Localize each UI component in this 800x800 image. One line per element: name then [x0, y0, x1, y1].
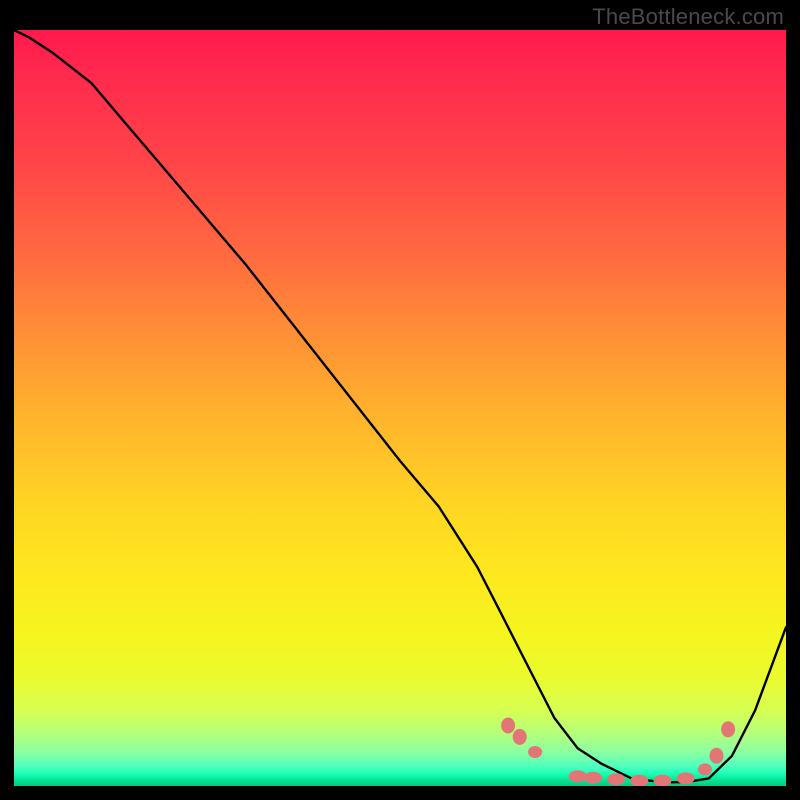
bottleneck-curve — [14, 30, 786, 782]
highlight-point — [630, 775, 648, 786]
watermark-text: TheBottleneck.com — [592, 4, 784, 30]
highlight-point — [607, 773, 625, 785]
highlight-point — [501, 718, 515, 734]
highlight-point — [698, 763, 712, 775]
highlight-point — [710, 748, 724, 764]
highlight-point — [513, 729, 527, 745]
plot-area — [14, 30, 786, 786]
highlight-point — [721, 721, 735, 737]
highlight-point — [677, 772, 695, 784]
highlight-point — [654, 775, 672, 786]
highlight-points — [501, 718, 735, 787]
highlight-point — [569, 770, 587, 782]
curve-layer — [14, 30, 786, 786]
highlight-point — [584, 772, 602, 784]
chart-container: TheBottleneck.com — [0, 0, 800, 800]
highlight-point — [528, 746, 542, 758]
